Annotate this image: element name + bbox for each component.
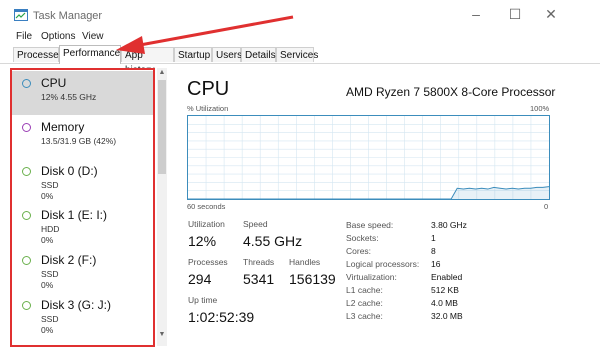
menu-bar: File Options View [0,30,600,45]
maximize-icon[interactable]: ☐ [505,6,525,22]
detail-key: L3 cache: [346,311,383,321]
detail-value: Enabled [431,272,463,282]
detail-key: Logical processors: [346,259,420,269]
speed-value: 4.55 GHz [243,233,303,249]
detail-value: 512 KB [431,285,459,295]
scroll-thumb[interactable] [158,80,166,174]
minimize-icon[interactable]: – [466,6,486,22]
scroll-down-icon[interactable]: ▼ [157,330,167,340]
detail-key: L2 cache: [346,298,383,308]
detail-value: 3.80 GHz [431,220,467,230]
processes-value: 294 [188,271,212,287]
menu-view[interactable]: View [82,31,104,42]
graph-max-label: 100% [530,104,550,113]
processor-name: AMD Ryzen 7 5800X 8-Core Processor [346,85,556,99]
uptime-label: Up time [188,295,218,305]
menu-options[interactable]: Options [41,31,75,42]
tab-details[interactable]: Details [241,47,276,62]
window-title: Task Manager [33,10,103,22]
utilization-label: Utilization [188,219,225,229]
utilization-value: 12% [188,233,217,249]
detail-key: Virtualization: [346,272,397,282]
detail-value: 32.0 MB [431,311,463,321]
detail-key: L1 cache: [346,285,383,295]
graph-util-label: % Utilization [187,104,229,113]
scroll-up-icon[interactable]: ▲ [157,68,167,78]
handles-label: Handles [289,257,321,267]
cpu-utilization-graph [187,115,550,200]
task-manager-icon [14,9,28,21]
graph-time-label: 60 seconds [187,202,226,211]
detail-value: 16 [431,259,441,269]
processes-label: Processes [188,257,228,267]
tab-users[interactable]: Users [212,47,242,62]
tab-bar: Processes Performance App history Startu… [0,45,600,76]
detail-key: Cores: [346,246,372,256]
detail-value: 1 [431,233,436,243]
uptime-value: 1:02:52:39 [188,309,255,325]
graph-min-label: 0 [544,202,549,211]
detail-value: 4.0 MB [431,298,458,308]
page-title: CPU [187,78,230,100]
menu-file[interactable]: File [16,31,32,42]
detail-key: Sockets: [346,233,379,243]
detail-value: 8 [431,246,436,256]
annotation-highlight-box [10,68,155,347]
tab-performance[interactable]: Performance [59,45,121,64]
threads-value: 5341 [243,271,275,287]
tab-startup[interactable]: Startup [174,47,212,62]
threads-label: Threads [243,257,275,267]
close-icon[interactable]: ✕ [541,6,561,22]
tab-app-history[interactable]: App history [121,47,174,76]
detail-key: Base speed: [346,220,394,230]
tab-services[interactable]: Services [276,47,318,62]
handles-value: 156139 [289,271,336,287]
tab-processes[interactable]: Processes [13,47,64,62]
speed-label: Speed [243,219,268,229]
